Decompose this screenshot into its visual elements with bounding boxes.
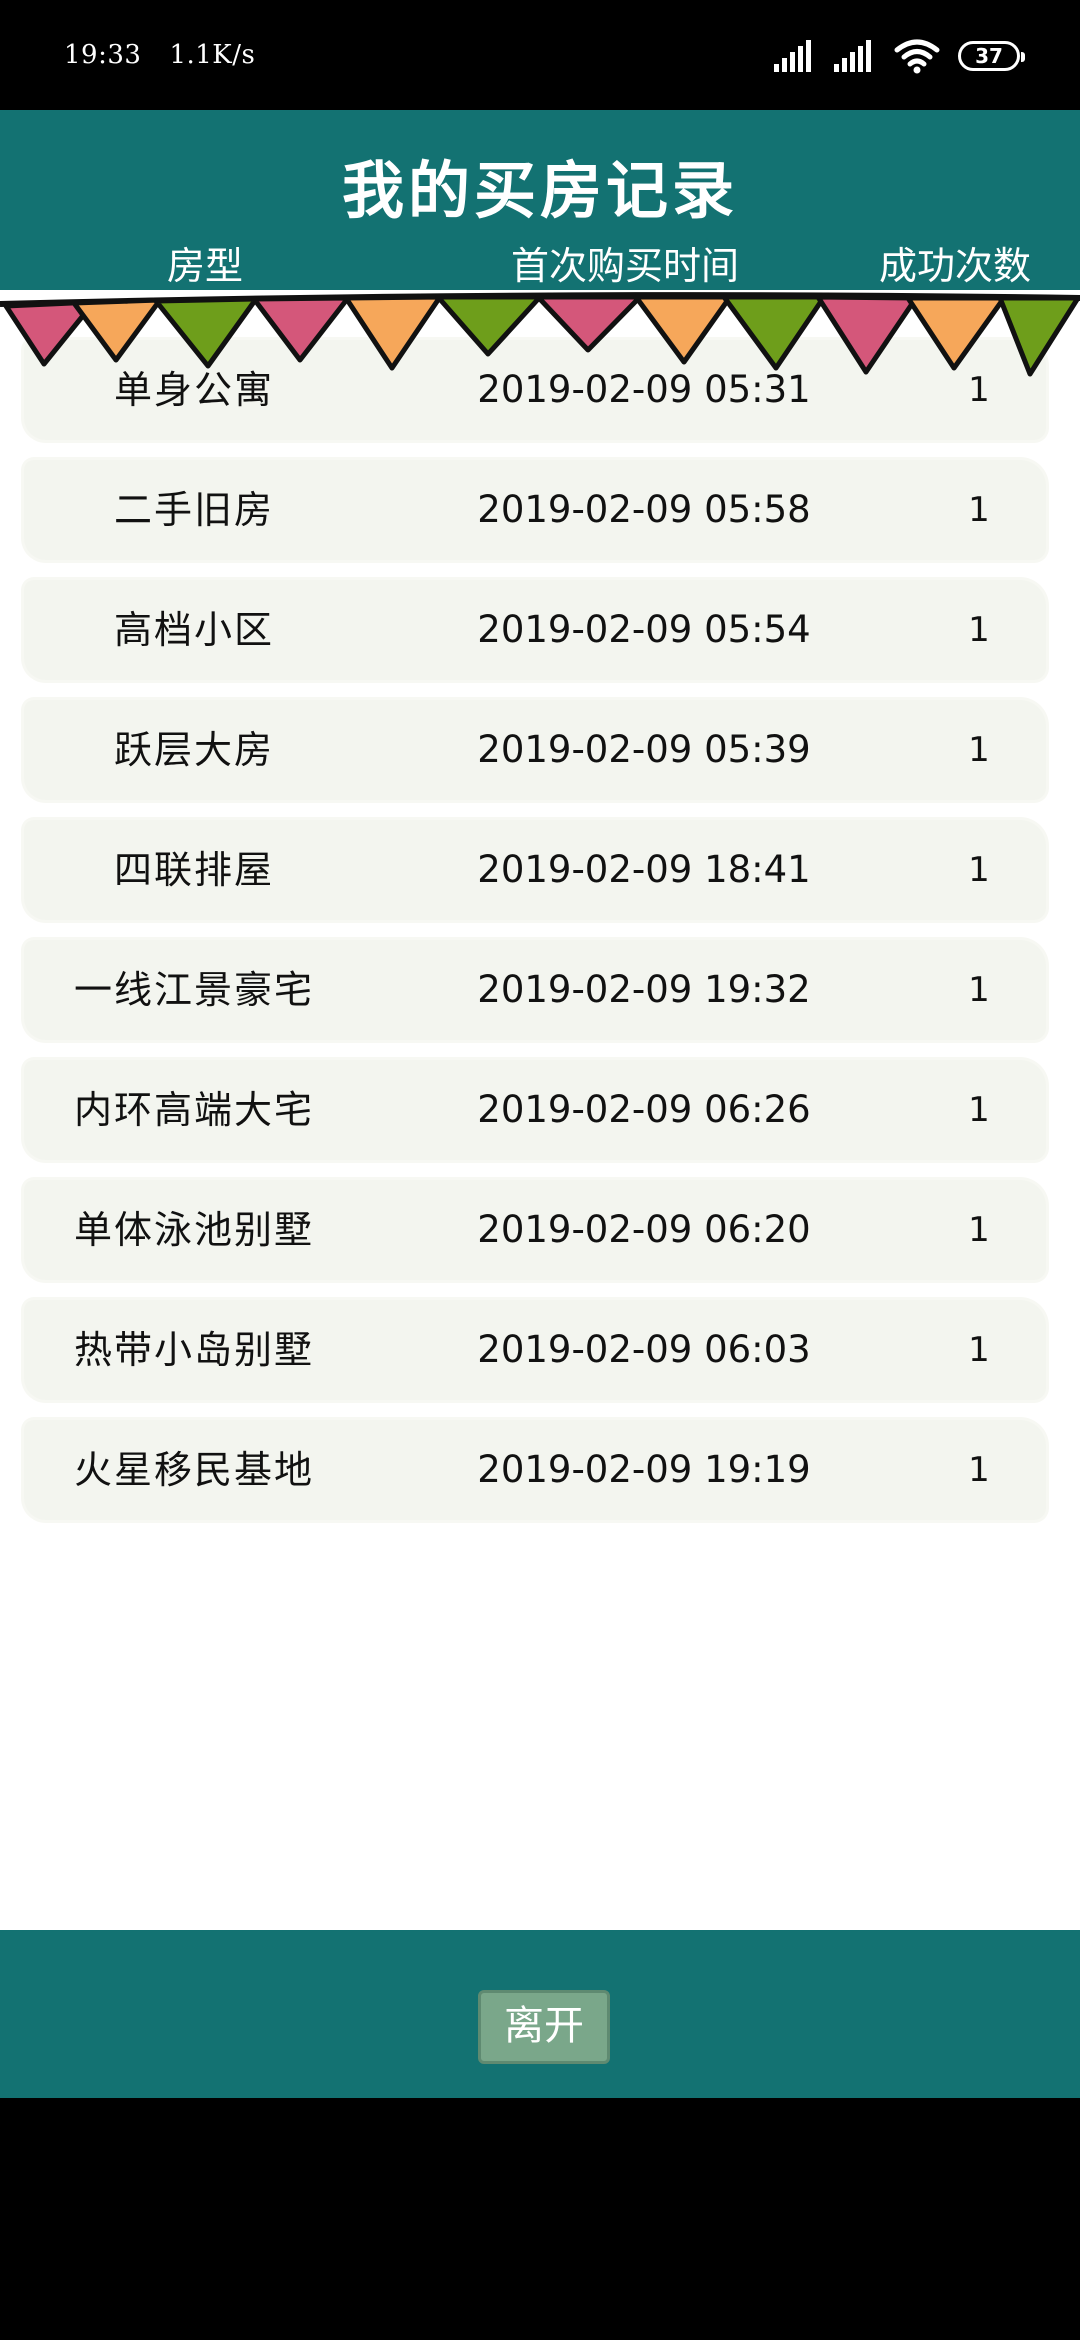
- record-time: 2019-02-09 05:39: [477, 728, 811, 771]
- header: 我的买房记录 房型 首次购买时间 成功次数: [0, 110, 1080, 290]
- list-item: 跃层大房 2019-02-09 05:39 1: [24, 700, 1046, 800]
- bunting-decoration: [0, 292, 1080, 377]
- battery-icon: 37: [958, 41, 1025, 71]
- status-right: 37: [774, 38, 1025, 74]
- column-header-success-count: 成功次数: [878, 244, 1031, 288]
- record-count: 1: [968, 730, 990, 770]
- record-time: 2019-02-09 19:19: [477, 1448, 811, 1491]
- list-item: 高档小区 2019-02-09 05:54 1: [24, 580, 1046, 680]
- record-time: 2019-02-09 19:32: [477, 968, 811, 1011]
- signal-icon: [774, 40, 811, 72]
- signal-icon-2: [834, 40, 871, 72]
- record-type: 四联排屋: [113, 848, 274, 892]
- record-count: 1: [968, 610, 990, 650]
- status-bar: 19:33 1.1K/s 37: [0, 0, 1080, 110]
- record-count: 1: [968, 850, 990, 890]
- record-time: 2019-02-09 18:41: [477, 848, 811, 891]
- record-time: 2019-02-09 05:54: [477, 608, 811, 651]
- record-type: 内环高端大宅: [73, 1088, 314, 1132]
- navigation-area: [0, 2098, 1080, 2340]
- battery-level: 37: [975, 44, 1003, 68]
- list-item: 火星移民基地 2019-02-09 19:19 1: [24, 1420, 1046, 1520]
- record-time: 2019-02-09 06:20: [477, 1208, 811, 1251]
- column-header-type: 房型: [166, 244, 243, 288]
- record-type: 一线江景豪宅: [73, 968, 314, 1012]
- list-item: 单体泳池别墅 2019-02-09 06:20 1: [24, 1180, 1046, 1280]
- record-type: 高档小区: [113, 608, 274, 652]
- column-header-first-purchase-time: 首次购买时间: [510, 244, 739, 288]
- page-title: 我的买房记录: [341, 154, 738, 227]
- wifi-icon: [894, 39, 940, 74]
- record-count: 1: [968, 1210, 990, 1250]
- record-time: 2019-02-09 06:03: [477, 1328, 811, 1371]
- status-time: 19:33: [64, 40, 142, 70]
- status-network-speed: 1.1K/s: [169, 40, 256, 70]
- record-count: 1: [968, 970, 990, 1010]
- record-count: 1: [968, 1090, 990, 1130]
- record-type: 火星移民基地: [73, 1448, 314, 1492]
- list-item: 内环高端大宅 2019-02-09 06:26 1: [24, 1060, 1046, 1160]
- record-count: 1: [968, 1330, 990, 1370]
- app-screen: 我的买房记录 房型 首次购买时间 成功次数 单身公寓 2019-02-09 05…: [0, 110, 1080, 2098]
- list-item: 一线江景豪宅 2019-02-09 19:32 1: [24, 940, 1046, 1040]
- record-type: 单体泳池别墅: [73, 1208, 314, 1252]
- record-time: 2019-02-09 06:26: [477, 1088, 811, 1131]
- leave-button[interactable]: 离开: [478, 1990, 610, 2064]
- list-item: 热带小岛别墅 2019-02-09 06:03 1: [24, 1300, 1046, 1400]
- record-count: 1: [968, 1450, 990, 1490]
- record-type: 热带小岛别墅: [73, 1328, 314, 1372]
- list-item: 四联排屋 2019-02-09 18:41 1: [24, 820, 1046, 920]
- status-left: 19:33 1.1K/s: [64, 40, 255, 70]
- footer-bar: 离开: [0, 1930, 1080, 2098]
- record-type: 跃层大房: [113, 728, 274, 772]
